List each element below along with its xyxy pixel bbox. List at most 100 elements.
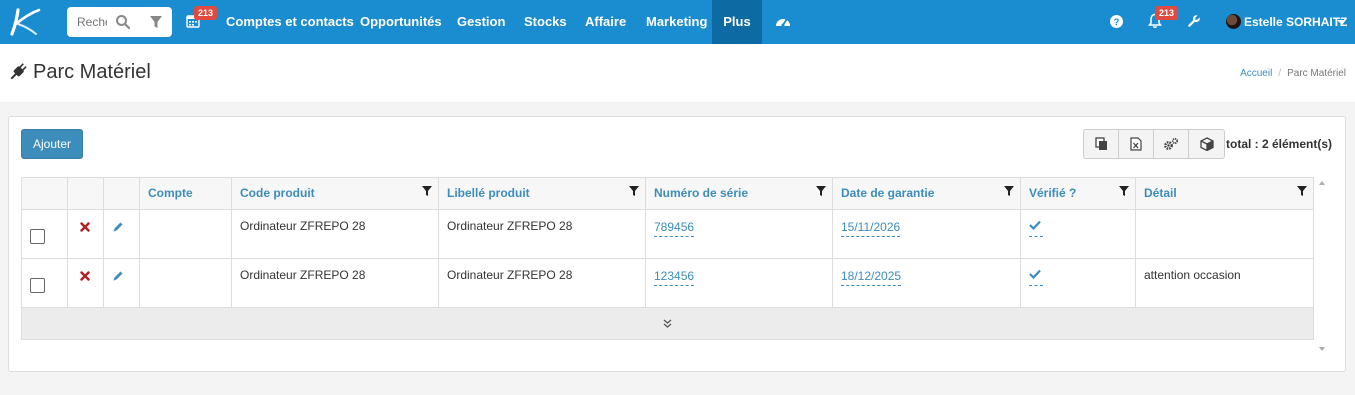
- settings-icon: [1164, 137, 1179, 150]
- excel-export-button[interactable]: [1119, 130, 1154, 158]
- editable-value[interactable]: 789456: [654, 219, 695, 237]
- column-header-date-garantie[interactable]: Date de garantie: [832, 177, 1021, 210]
- add-button[interactable]: Ajouter: [21, 129, 83, 159]
- help-icon[interactable]: ?: [1110, 15, 1123, 28]
- total-count: total : 2 élément(s): [1226, 137, 1333, 151]
- column-header-verifie[interactable]: Vérifié ?: [1020, 177, 1136, 210]
- user-name[interactable]: Estelle SORHAITZ: [1244, 0, 1347, 44]
- load-more-cell[interactable]: [21, 307, 1314, 340]
- box-icon: [1199, 137, 1214, 151]
- select-cell: [21, 209, 68, 259]
- row-checkbox[interactable]: [30, 229, 45, 244]
- nav-gestion[interactable]: Gestion: [444, 0, 518, 44]
- select-cell: [21, 258, 68, 308]
- page-header: [0, 44, 1355, 102]
- editable-value[interactable]: [1029, 219, 1043, 237]
- column-label: Numéro de série: [654, 186, 749, 200]
- filter-icon[interactable]: [149, 14, 163, 30]
- cell-verifie: [1020, 209, 1136, 259]
- cell-detail: [1135, 209, 1314, 259]
- cell-libelle-produit: Ordinateur ZFREPO 28: [438, 258, 646, 308]
- nav-comptes-contacts[interactable]: Comptes et contacts: [213, 0, 367, 44]
- edit-column-header: [103, 177, 140, 210]
- table-row: Ordinateur ZFREPO 28 Ordinateur ZFREPO 2…: [21, 258, 1314, 308]
- delete-icon[interactable]: [80, 271, 90, 281]
- user-menu-caret-icon[interactable]: [1337, 20, 1345, 24]
- export-tool-group: [1083, 129, 1225, 159]
- cell-date-garantie: 15/11/2026: [832, 209, 1021, 259]
- checkmark-icon: [1029, 269, 1041, 280]
- column-filter-icon[interactable]: [1297, 186, 1307, 196]
- column-filter-icon[interactable]: [1004, 186, 1014, 196]
- double-chevron-down-icon[interactable]: [663, 319, 672, 328]
- table-row: Ordinateur ZFREPO 28 Ordinateur ZFREPO 2…: [21, 209, 1314, 259]
- column-header-code-produit[interactable]: Code produit: [231, 177, 439, 210]
- search-input[interactable]: [77, 14, 107, 30]
- notifications-badge: 213: [1155, 6, 1179, 20]
- select-column-header: [21, 177, 68, 210]
- column-label: Compte: [148, 186, 193, 200]
- editable-value[interactable]: 123456: [654, 268, 695, 286]
- search-icon[interactable]: [115, 13, 131, 31]
- scroll-up-arrow-icon[interactable]: [1319, 181, 1325, 185]
- column-filter-icon[interactable]: [629, 186, 639, 196]
- load-more-row: [21, 307, 1314, 340]
- cell-compte: [139, 258, 232, 308]
- column-label: Libellé produit: [447, 186, 530, 200]
- wrench-icon[interactable]: [1187, 14, 1201, 28]
- table-header-row: Compte Code produit Libellé produit Numé…: [21, 177, 1314, 210]
- cell-code-produit: Ordinateur ZFREPO 28: [231, 258, 439, 308]
- column-header-libelle-produit[interactable]: Libellé produit: [438, 177, 646, 210]
- column-filter-icon[interactable]: [816, 186, 826, 196]
- column-header-detail[interactable]: Détail: [1135, 177, 1314, 210]
- cell-code-produit: Ordinateur ZFREPO 28: [231, 209, 439, 259]
- delete-column-header: [67, 177, 104, 210]
- svg-text:?: ?: [1114, 17, 1120, 28]
- column-label: Date de garantie: [841, 186, 935, 200]
- cell-detail: attention occasion: [1135, 258, 1314, 308]
- nav-plus[interactable]: Plus: [712, 0, 762, 44]
- cell-compte: [139, 209, 232, 259]
- box-button[interactable]: [1189, 130, 1224, 158]
- delete-cell: [67, 258, 104, 308]
- cell-numero-serie: 789456: [645, 209, 833, 259]
- edit-cell: [103, 258, 140, 308]
- column-label: Code produit: [240, 186, 315, 200]
- nav-opportunites[interactable]: Opportunités: [347, 0, 455, 44]
- nav-affaire[interactable]: Affaire: [572, 0, 639, 44]
- excel-icon: [1130, 137, 1142, 151]
- scroll-down-arrow-icon[interactable]: [1319, 347, 1325, 351]
- edit-cell: [103, 209, 140, 259]
- equipment-table: Compte Code produit Libellé produit Numé…: [21, 177, 1314, 340]
- breadcrumb-current: Parc Matériel: [1287, 68, 1346, 79]
- cell-numero-serie: 123456: [645, 258, 833, 308]
- delete-cell: [67, 209, 104, 259]
- settings-button[interactable]: [1154, 130, 1189, 158]
- cell-libelle-produit: Ordinateur ZFREPO 28: [438, 209, 646, 259]
- edit-pencil-icon[interactable]: [112, 270, 124, 282]
- editable-value[interactable]: 18/12/2025: [841, 268, 902, 286]
- dashboard-icon[interactable]: [774, 13, 792, 31]
- column-filter-icon[interactable]: [422, 186, 432, 196]
- user-avatar[interactable]: [1226, 14, 1241, 29]
- nav-stocks[interactable]: Stocks: [511, 0, 580, 44]
- row-checkbox[interactable]: [30, 278, 45, 293]
- column-filter-icon[interactable]: [1119, 186, 1129, 196]
- copy-button[interactable]: [1084, 130, 1119, 158]
- breadcrumb-home-link[interactable]: Accueil: [1240, 68, 1272, 79]
- app-logo-icon[interactable]: [6, 4, 42, 40]
- column-label: Détail: [1144, 186, 1177, 200]
- plug-icon: [10, 63, 27, 80]
- column-label: Vérifié ?: [1029, 186, 1077, 200]
- column-header-numero-serie[interactable]: Numéro de série: [645, 177, 833, 210]
- delete-icon[interactable]: [80, 222, 90, 232]
- copy-icon: [1094, 137, 1107, 150]
- checkmark-icon: [1029, 220, 1041, 231]
- breadcrumb: Accueil / Parc Matériel: [1240, 68, 1346, 79]
- column-header-compte[interactable]: Compte: [139, 177, 232, 210]
- cell-date-garantie: 18/12/2025: [832, 258, 1021, 308]
- editable-value[interactable]: 15/11/2026: [841, 219, 901, 237]
- nav-marketing[interactable]: Marketing: [633, 0, 720, 44]
- editable-value[interactable]: [1029, 268, 1043, 286]
- edit-pencil-icon[interactable]: [112, 221, 124, 233]
